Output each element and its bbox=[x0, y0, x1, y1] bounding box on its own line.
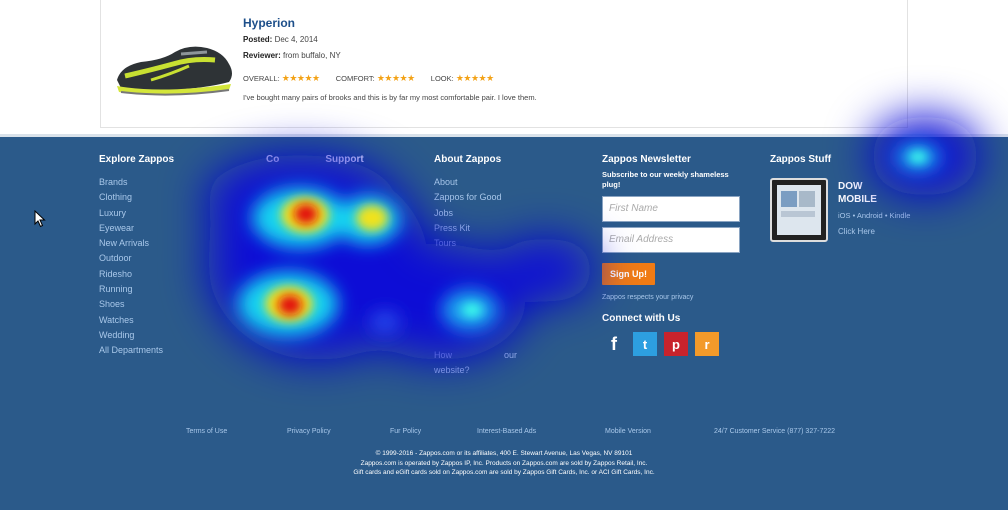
shoe-image bbox=[117, 46, 232, 96]
twitter-icon[interactable]: t bbox=[633, 332, 657, 356]
connect-title: Connect with Us bbox=[602, 313, 681, 324]
mobile-version-link[interactable]: Mobile Version bbox=[605, 428, 651, 435]
fur-policy-link[interactable]: Fur Policy bbox=[390, 428, 421, 435]
app-download-title[interactable]: DOW MOBILE bbox=[838, 180, 877, 206]
comfort-stars: ★★★★★ bbox=[376, 73, 415, 83]
app-platforms: iOS • Android • Kindle bbox=[838, 211, 911, 220]
stuff-column: Zappos Stuff DOW MOBILE iOS • Android • K… bbox=[770, 154, 990, 242]
mouse-cursor-icon bbox=[34, 210, 46, 228]
explore-link[interactable]: Shoes bbox=[99, 297, 174, 312]
newsletter-subtitle: Subscribe to our weekly shameless plug! bbox=[602, 170, 729, 189]
about-link[interactable]: Press Kit bbox=[434, 221, 502, 236]
explore-column: Explore Zappos Brands Clothing Luxury Ey… bbox=[99, 154, 174, 359]
pinterest-icon[interactable]: p bbox=[664, 332, 688, 356]
explore-link[interactable]: Clothing bbox=[99, 190, 174, 205]
newsletter-column: Zappos Newsletter Subscribe to our weekl… bbox=[602, 154, 740, 356]
review-section: Hyperion Posted: Dec 4, 2014 Reviewer: f… bbox=[0, 0, 1008, 137]
sign-up-button[interactable]: Sign Up! bbox=[602, 263, 655, 285]
look-stars: ★★★★★ bbox=[455, 73, 494, 83]
app-click-here-link[interactable]: Click Here bbox=[838, 227, 875, 236]
newsletter-title: Zappos Newsletter bbox=[602, 154, 691, 165]
review-card: Hyperion Posted: Dec 4, 2014 Reviewer: f… bbox=[100, 0, 908, 128]
tablet-image[interactable] bbox=[770, 178, 828, 242]
privacy-policy-link[interactable]: Privacy Policy bbox=[287, 428, 331, 435]
copyright: © 1999-2016 - Zappos.com or its affiliat… bbox=[353, 450, 655, 476]
review-text: I've bought many pairs of brooks and thi… bbox=[243, 93, 537, 102]
explore-title: Explore Zappos bbox=[99, 154, 175, 165]
explore-link[interactable]: Wedding bbox=[99, 328, 174, 343]
about-title: About Zappos bbox=[434, 154, 502, 165]
explore-link[interactable]: Running bbox=[99, 282, 174, 297]
customer-support-column: Co Support bbox=[266, 154, 364, 175]
explore-link[interactable]: Watches bbox=[99, 313, 174, 328]
customer-service-link[interactable]: 24/7 Customer Service (877) 327-7222 bbox=[714, 428, 835, 435]
first-name-input[interactable]: First Name bbox=[602, 196, 740, 222]
interest-ads-link[interactable]: Interest-Based Ads bbox=[477, 428, 536, 435]
explore-link[interactable]: Luxury bbox=[99, 206, 174, 221]
social-links: f t p r bbox=[602, 332, 740, 356]
review-title[interactable]: Hyperion bbox=[243, 16, 295, 30]
review-reviewer: Reviewer: from buffalo, NY bbox=[243, 51, 341, 60]
explore-link[interactable]: Eyewear bbox=[99, 221, 174, 236]
feedback-link[interactable]: How our website? bbox=[434, 348, 517, 378]
about-link[interactable]: Jobs bbox=[434, 206, 502, 221]
about-link[interactable]: Tours bbox=[434, 236, 502, 251]
customer-support-title: Co Support bbox=[266, 154, 364, 165]
review-posted: Posted: Dec 4, 2014 bbox=[243, 35, 318, 44]
rss-icon[interactable]: r bbox=[695, 332, 719, 356]
explore-link[interactable]: Ridesho bbox=[99, 267, 174, 282]
about-link[interactable]: About bbox=[434, 175, 502, 190]
terms-link[interactable]: Terms of Use bbox=[186, 428, 227, 435]
email-input[interactable]: Email Address bbox=[602, 227, 740, 253]
privacy-note[interactable]: Zappos respects your privacy bbox=[602, 294, 740, 301]
explore-link[interactable]: Brands bbox=[99, 175, 174, 190]
facebook-icon[interactable]: f bbox=[602, 332, 626, 356]
overall-stars: ★★★★★ bbox=[281, 73, 320, 83]
explore-link[interactable]: All Departments bbox=[99, 343, 174, 358]
review-ratings: OVERALL: ★★★★★ COMFORT: ★★★★★ LOOK: ★★★★… bbox=[243, 73, 494, 83]
explore-link[interactable]: Outdoor bbox=[99, 251, 174, 266]
stuff-title: Zappos Stuff bbox=[770, 154, 832, 165]
about-column: About Zappos About Zappos for Good Jobs … bbox=[434, 154, 517, 375]
explore-link[interactable]: New Arrivals bbox=[99, 236, 174, 251]
about-link[interactable]: Zappos for Good bbox=[434, 190, 502, 205]
